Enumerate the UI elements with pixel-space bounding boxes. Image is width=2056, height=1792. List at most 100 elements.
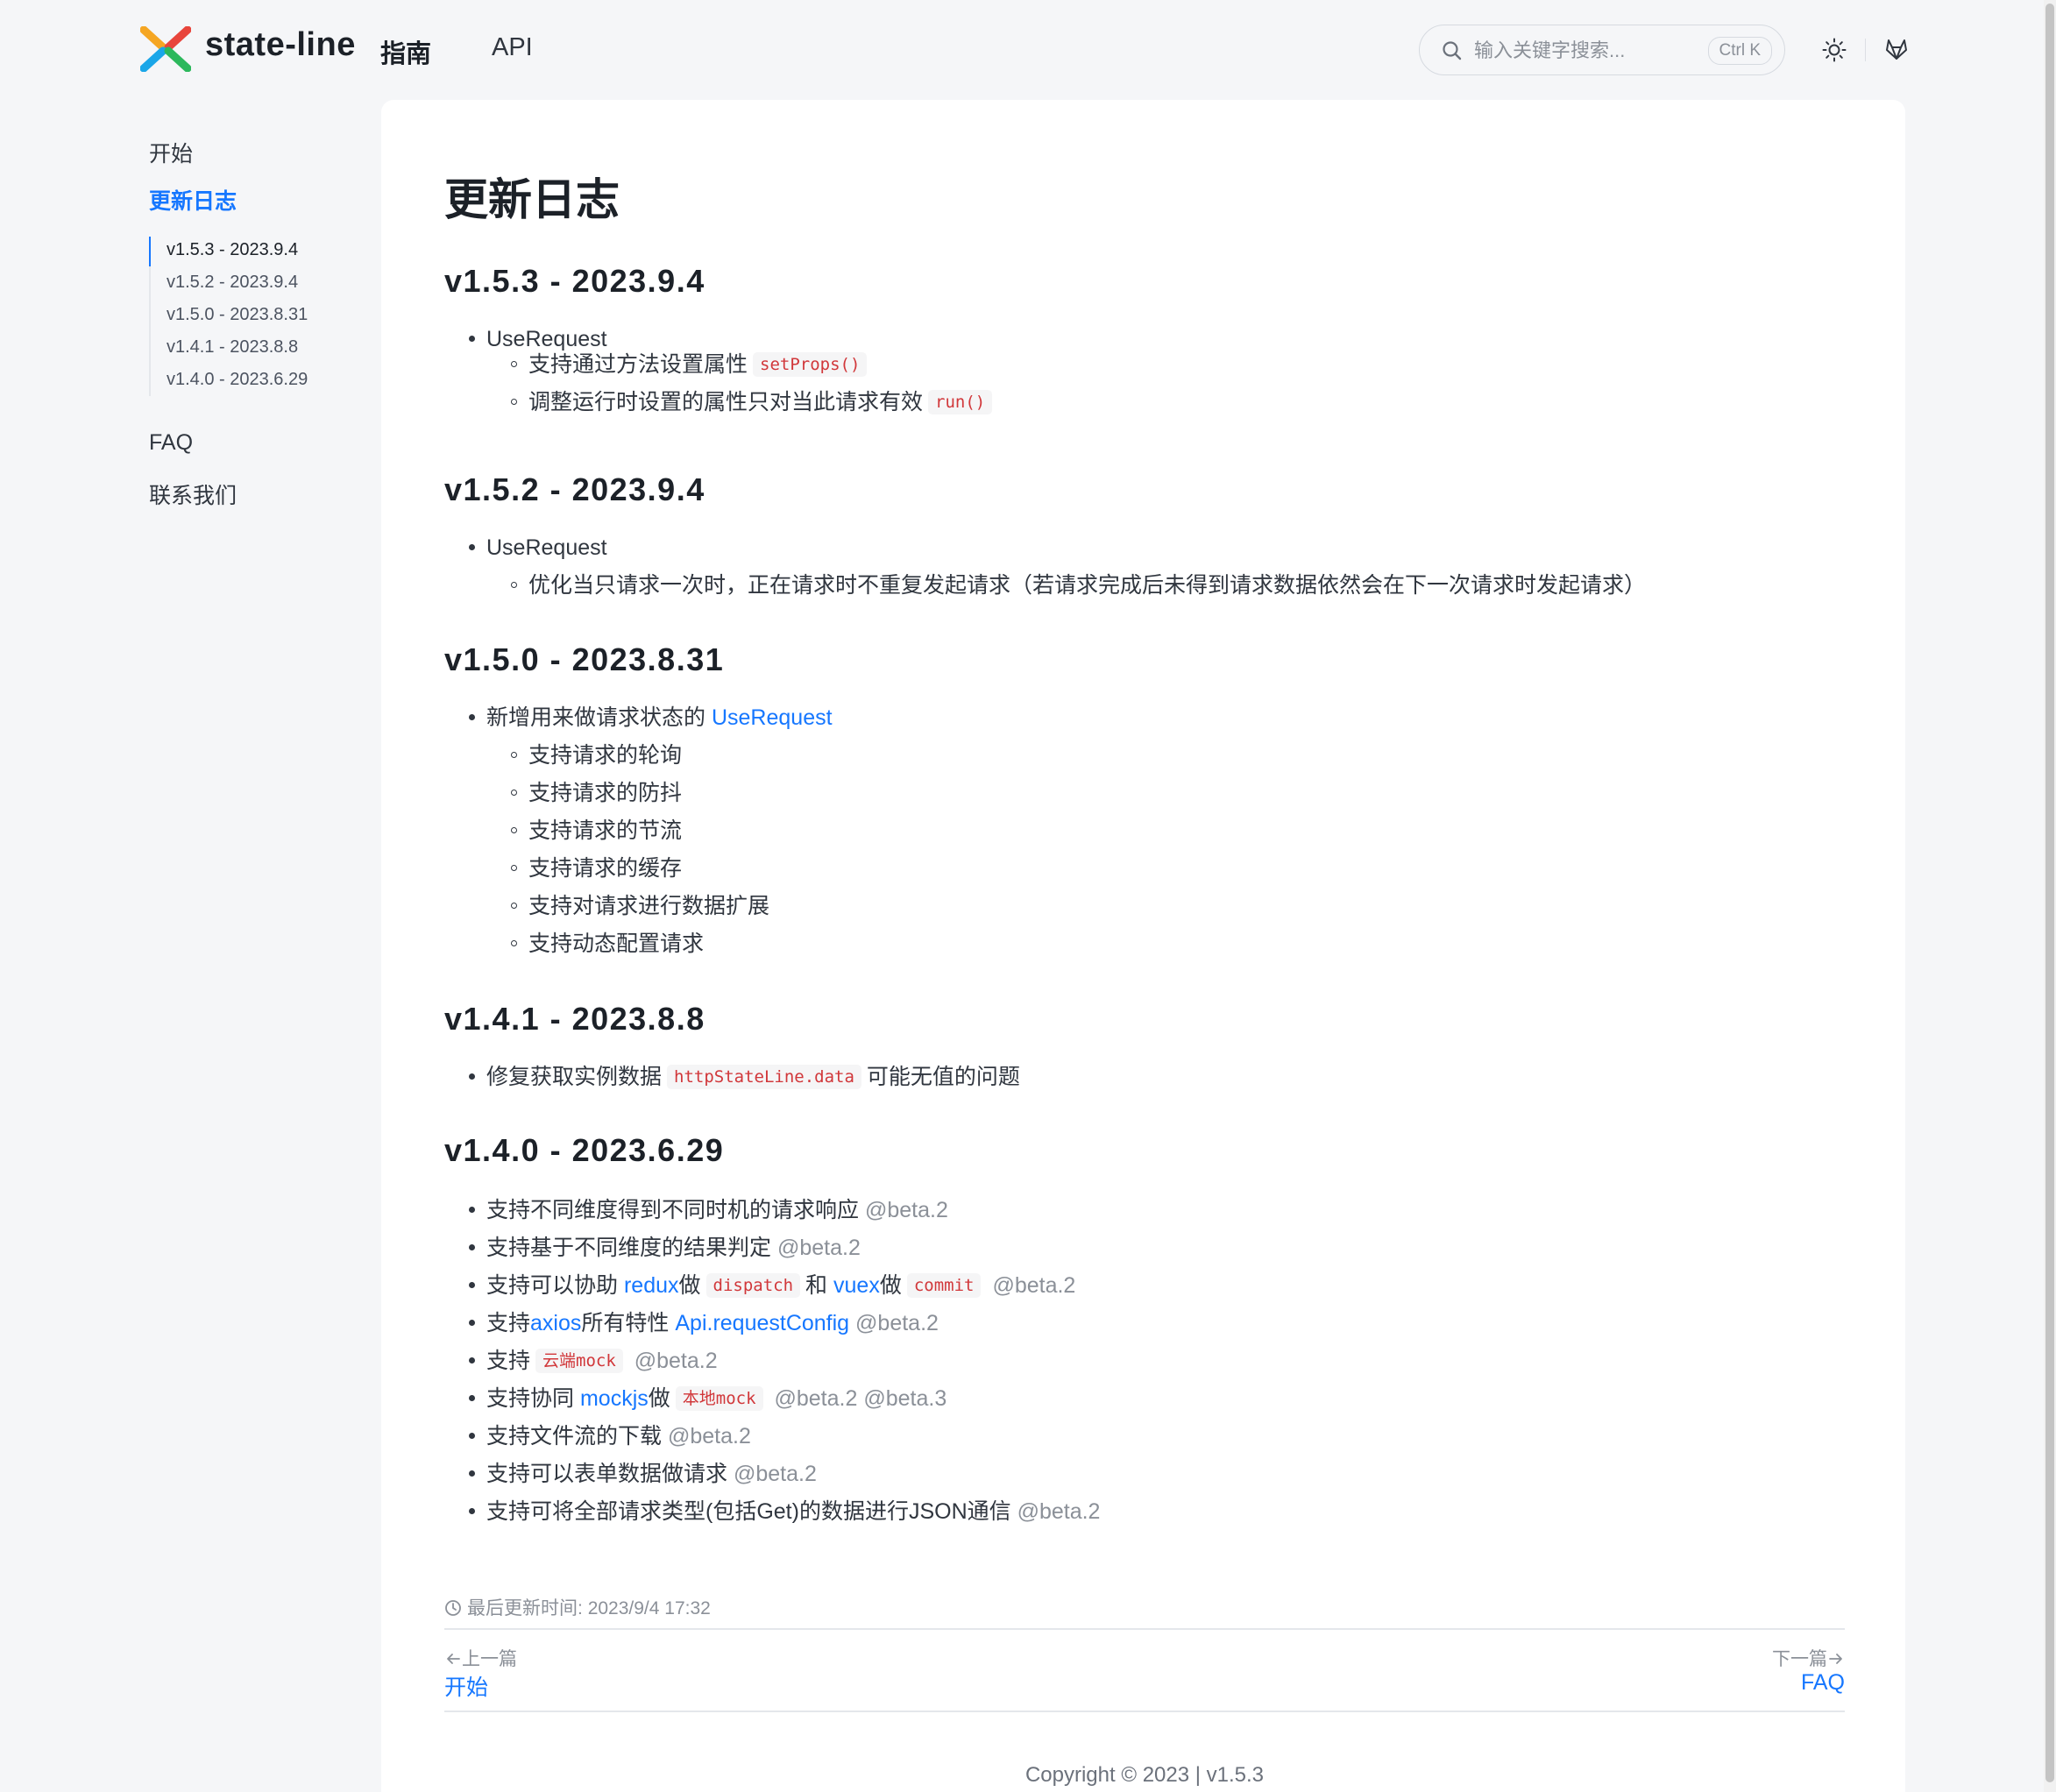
list-bullet	[511, 827, 517, 833]
vuex-link[interactable]: vuex	[833, 1273, 880, 1298]
scrollbar-thumb[interactable]	[2045, 4, 2054, 1782]
heading-v150[interactable]: v1.5.0 - 2023.8.31	[444, 641, 724, 678]
mockjs-link[interactable]: mockjs	[580, 1386, 649, 1411]
prev-page-link[interactable]: 开始	[444, 1670, 488, 1702]
search-input[interactable]	[1472, 34, 1704, 67]
last-updated: 最后更新时间: 2023/9/4 17:32	[444, 1594, 711, 1620]
list-item: 支持可将全部请求类型(包括Get)的数据进行JSON通信 @beta.2	[486, 1498, 1100, 1525]
state-line-logo-icon[interactable]	[140, 26, 191, 72]
list-bullet	[469, 714, 475, 720]
beta-tag: @beta.2	[1017, 1499, 1101, 1524]
item-text: 做	[678, 1273, 701, 1298]
list-item: 支持可以协助 redux做 dispatch 和 vuex做 commit @beta…	[486, 1272, 1075, 1299]
toc-item-v141[interactable]: v1.4.1 - 2023.8.8	[167, 337, 298, 358]
next-label-text: 下一篇	[1772, 1649, 1827, 1669]
sidebar-toc: v1.5.3 - 2023.9.4 v1.5.2 - 2023.9.4 v1.5…	[149, 237, 379, 396]
list-item: 支持基于不同维度的结果判定 @beta.2	[486, 1235, 861, 1261]
list-bullet	[511, 940, 517, 946]
sidebar-item-start[interactable]: 开始	[149, 137, 193, 168]
list-bullet	[469, 1470, 475, 1477]
heading-v152[interactable]: v1.5.2 - 2023.9.4	[444, 471, 705, 508]
toc-item-v153[interactable]: v1.5.3 - 2023.9.4	[167, 240, 298, 260]
list-bullet	[511, 790, 517, 796]
beta-tag: @beta.2	[864, 1198, 948, 1222]
inline-code: 云端mock	[535, 1349, 623, 1373]
api-requestconfig-link[interactable]: Api.requestConfig	[675, 1311, 849, 1335]
heading-v140[interactable]: v1.4.0 - 2023.6.29	[444, 1132, 724, 1169]
list-bullet	[469, 1508, 475, 1514]
clock-icon	[445, 1600, 461, 1616]
item-text: 支持不同维度得到不同时机的请求响应	[486, 1198, 860, 1222]
inline-code: httpStateLine.data	[667, 1065, 861, 1089]
last-updated-value: 2023/9/4 17:32	[587, 1598, 711, 1618]
scrollbar[interactable]	[2044, 0, 2056, 1792]
list-bullet	[511, 752, 517, 758]
item-text: 支持基于不同维度的结果判定	[486, 1236, 772, 1260]
list-item: 支持请求的缓存	[528, 856, 683, 881]
list-bullet	[469, 1244, 475, 1250]
list-bullet	[469, 1207, 475, 1213]
header-divider	[1865, 39, 1866, 61]
list-item: 新增用来做请求状态的 UseRequest	[486, 705, 833, 731]
arrow-left-icon	[447, 1654, 460, 1664]
divider	[444, 1711, 1845, 1712]
nav-api[interactable]: API	[492, 33, 533, 62]
brand-name[interactable]: state-line	[205, 26, 356, 64]
item-text: 支持	[486, 1349, 531, 1373]
search-icon	[1443, 41, 1462, 60]
list-item: 支持通过方法设置属性 setProps()	[528, 351, 872, 378]
toc-item-v150[interactable]: v1.5.0 - 2023.8.31	[167, 305, 308, 325]
list-bullet	[511, 865, 517, 871]
list-item: 修复获取实例数据 httpStateLine.data 可能无值的问题	[486, 1064, 1020, 1090]
next-page-label: 下一篇	[1772, 1645, 1845, 1671]
item-text: 支持	[486, 1311, 531, 1335]
list-bullet	[469, 1395, 475, 1401]
list-item: 支持文件流的下载 @beta.2	[486, 1423, 751, 1449]
list-item: 支持可以表单数据做请求 @beta.2	[486, 1461, 817, 1487]
prev-label-text: 上一篇	[462, 1649, 517, 1669]
list-item: 支持不同维度得到不同时机的请求响应 @beta.2	[486, 1197, 948, 1223]
sun-icon[interactable]	[1821, 37, 1847, 63]
list-item: 支持协同 mockjs做 本地mock @beta.2 @beta.3	[486, 1385, 946, 1412]
inline-code: setProps()	[753, 352, 868, 377]
list-item: 支持请求的轮询	[528, 743, 683, 768]
prev-page-label: 上一篇	[444, 1645, 517, 1671]
list-bullet	[469, 1433, 475, 1439]
item-text: 修复获取实例数据	[486, 1065, 663, 1089]
beta-tag: @beta.2	[855, 1311, 939, 1335]
search-shortcut-badge: Ctrl K	[1707, 37, 1772, 65]
item-text: 支持可将全部请求类型(包括Get)的数据进行JSON通信	[486, 1499, 1011, 1524]
toc-item-v140[interactable]: v1.4.0 - 2023.6.29	[167, 370, 308, 390]
item-text: 支持可以协助	[486, 1273, 619, 1298]
item-text: 所有特性	[581, 1311, 670, 1335]
sidebar-item-changelog[interactable]: 更新日志	[149, 184, 237, 216]
next-page-link[interactable]: FAQ	[1801, 1670, 1845, 1696]
beta-tag: @beta.2	[634, 1349, 718, 1373]
list-bullet	[511, 903, 517, 909]
userequest-link[interactable]: UseRequest	[712, 705, 833, 730]
last-updated-label: 最后更新时间:	[467, 1598, 583, 1618]
redux-link[interactable]: redux	[624, 1273, 679, 1298]
list-bullet	[469, 1073, 475, 1080]
list-item: 支持 云端mock @beta.2	[486, 1348, 718, 1374]
list-bullet	[469, 544, 475, 550]
list-bullet	[469, 1320, 475, 1326]
sidebar-item-faq[interactable]: FAQ	[149, 430, 193, 456]
list-item: UseRequest	[486, 327, 607, 351]
item-text: 支持文件流的下载	[486, 1424, 663, 1448]
heading-v141[interactable]: v1.4.1 - 2023.8.8	[444, 1001, 705, 1038]
list-item: 支持对请求进行数据扩展	[528, 894, 770, 918]
search-box[interactable]: Ctrl K	[1419, 25, 1785, 75]
axios-link[interactable]: axios	[530, 1311, 581, 1335]
gitlab-icon[interactable]	[1884, 37, 1909, 61]
heading-v153[interactable]: v1.5.3 - 2023.9.4	[444, 263, 705, 300]
toc-item-v152[interactable]: v1.5.2 - 2023.9.4	[167, 273, 298, 293]
item-text: 做	[648, 1386, 670, 1411]
item-text: 做	[879, 1273, 902, 1298]
sidebar-item-contact[interactable]: 联系我们	[149, 478, 237, 510]
item-text: 调整运行时设置的属性只对当此请求有效	[528, 390, 924, 414]
beta-tag: @beta.2	[992, 1273, 1076, 1298]
item-text: 支持可以表单数据做请求	[486, 1462, 728, 1486]
nav-guide[interactable]: 指南	[380, 33, 431, 70]
inline-code: run()	[928, 390, 993, 414]
